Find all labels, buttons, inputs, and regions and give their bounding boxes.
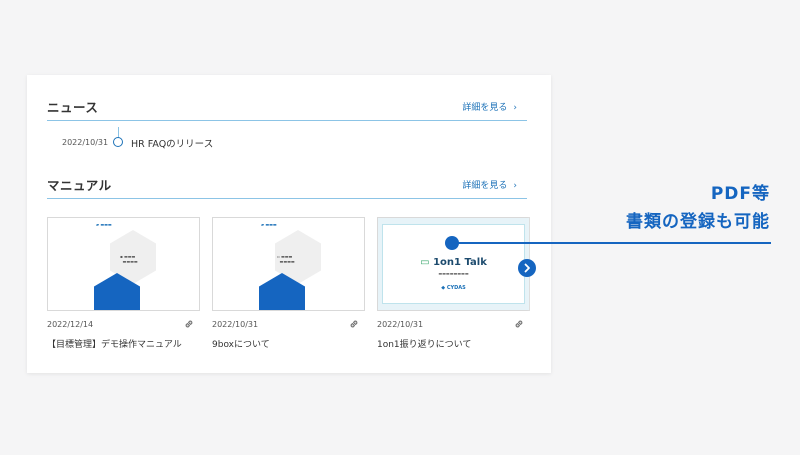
chevron-right-icon: › [513,103,517,113]
manual-section-title: マニュアル [47,178,112,193]
thumbnail-caption-icon: ▫ ▬▬▬ ▬▬▬▬ [277,254,295,264]
doc-thumbnail-2[interactable]: ▰ ▬▬▬ ▫ ▬▬▬ ▬▬▬▬ [212,217,365,311]
news-detail-link[interactable]: 詳細を見る › [462,100,517,113]
chat-icon: ▭ [420,257,430,268]
news-section-header: ニュース 詳細を見る › [47,95,527,121]
cydas-brand-text: CYDAS [446,285,466,291]
callout-text: PDF等 書類の登録も可能 [626,180,770,236]
callout-line [451,242,771,244]
manual-detail-label: 詳細を見る [462,181,508,191]
thumbnail-caption-icon: ▪ ▬▬▬ ▬▬▬▬ [120,254,138,264]
doc-date-2: 2022/10/31 [212,320,259,329]
thumbnail-title: ▭ 1on1 Talk [383,257,524,268]
carousel-next-button[interactable] [518,259,536,277]
cydas-mark-icon: ◆ [441,285,446,291]
news-item-link[interactable]: HR FAQのリリース [131,136,213,150]
chevron-right-icon [524,263,530,273]
doc-title-2[interactable]: 9boxについて [212,337,270,350]
news-item-date: 2022/10/31 [62,138,109,147]
callout-line2: 書類の登録も可能 [626,212,770,232]
doc-title-3[interactable]: 1on1振り返りについて [377,337,471,350]
thumbnail-subtitle-icon: ▬▬▬▬▬▬▬▬ [438,271,469,276]
timeline-dot-icon [113,137,123,147]
thumbnail-title-text: 1on1 Talk [433,257,487,268]
thumbnail-logo-icon: ▰ ▬▬▬ [96,222,112,227]
link-icon[interactable] [513,318,525,330]
doc-date-1: 2022/12/14 [47,320,94,329]
news-detail-label: 詳細を見る [462,103,508,113]
manual-section-header: マニュアル 詳細を見る › [47,173,527,199]
home-widget-card: ニュース 詳細を見る › 2022/10/31 HR FAQのリリース マニュアル… [27,75,551,373]
doc-thumbnail-3[interactable]: ▭ 1on1 Talk ▬▬▬▬▬▬▬▬ ◆ CYDAS [377,217,530,311]
manual-detail-link[interactable]: 詳細を見る › [462,178,517,191]
carousel-fade [527,215,551,355]
doc-title-1[interactable]: 【目標管理】デモ操作マニュアル [47,337,182,350]
chevron-right-icon: › [513,181,517,191]
cydas-logo: ◆ CYDAS [383,285,524,291]
thumbnail-logo-icon: ▰ ▬▬▬ [261,222,277,227]
doc-date-3: 2022/10/31 [377,320,424,329]
link-icon[interactable] [348,318,360,330]
link-icon[interactable] [183,318,195,330]
callout-line1: PDF等 [710,184,770,204]
callout-dot-icon [445,236,459,250]
news-section-title: ニュース [47,100,99,115]
doc-thumbnail-1[interactable]: ▰ ▬▬▬ ▪ ▬▬▬ ▬▬▬▬ [47,217,200,311]
